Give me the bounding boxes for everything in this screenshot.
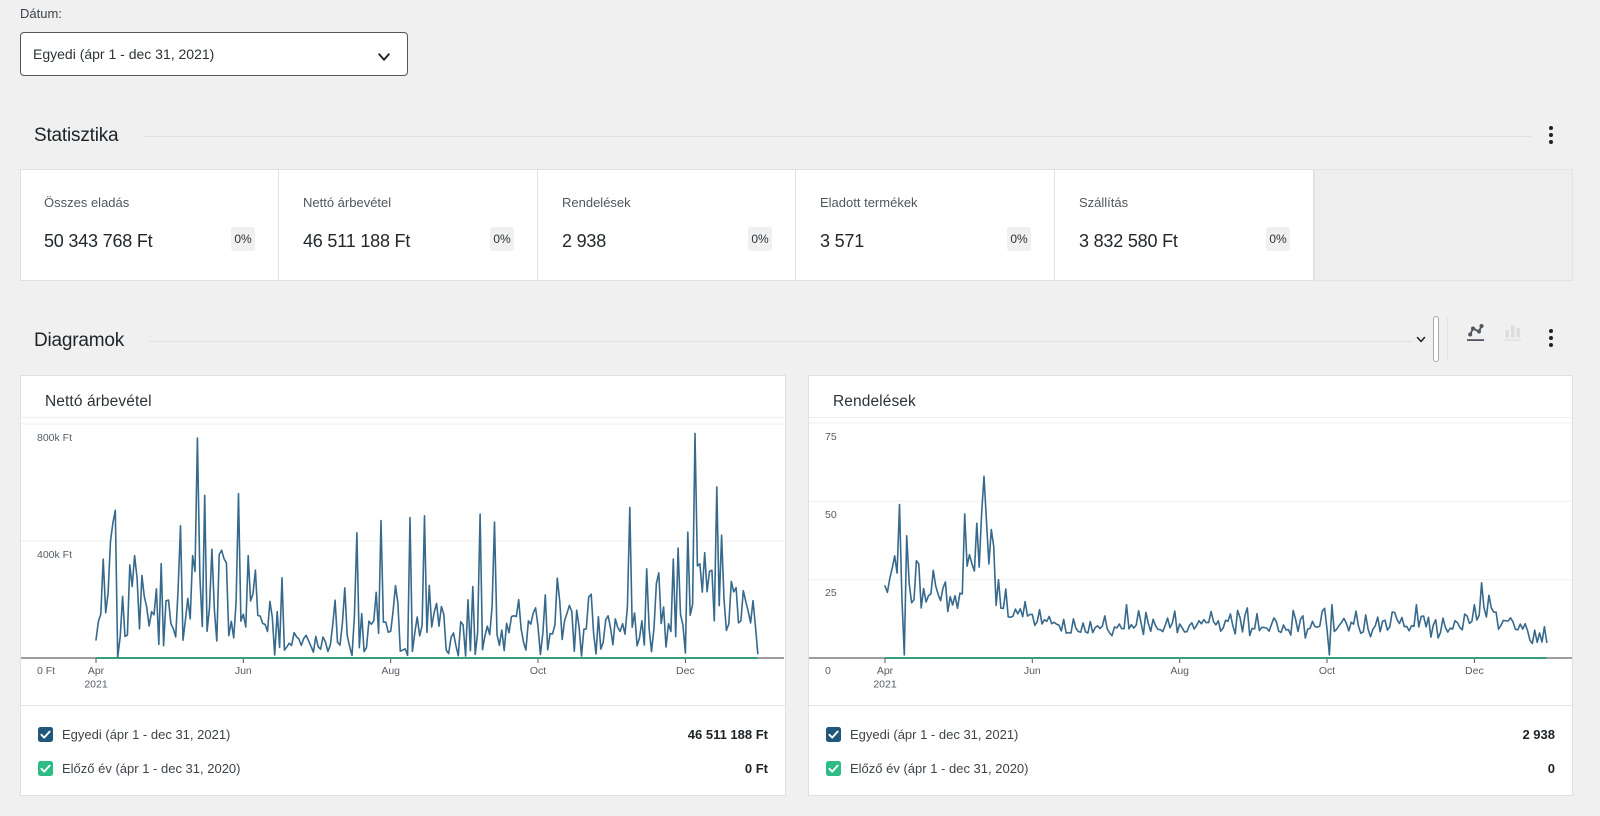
svg-text:Aug: Aug [1170, 665, 1189, 677]
svg-text:800k Ft: 800k Ft [37, 432, 72, 444]
svg-text:Apr: Apr [88, 665, 105, 677]
svg-text:Apr: Apr [877, 665, 894, 677]
svg-text:2021: 2021 [873, 679, 897, 691]
svg-text:400k Ft: 400k Ft [37, 549, 72, 561]
svg-text:Aug: Aug [381, 665, 400, 677]
svg-text:75: 75 [825, 431, 837, 443]
svg-text:25: 25 [825, 587, 837, 599]
svg-text:2021: 2021 [84, 679, 108, 691]
svg-text:Jun: Jun [1024, 665, 1041, 677]
svg-text:Dec: Dec [1465, 665, 1484, 677]
svg-text:50: 50 [825, 509, 837, 521]
svg-text:0 Ft: 0 Ft [37, 665, 55, 677]
svg-text:Dec: Dec [676, 665, 695, 677]
svg-text:Jun: Jun [235, 665, 252, 677]
svg-text:0: 0 [825, 665, 831, 677]
svg-text:Oct: Oct [530, 665, 546, 677]
svg-text:Oct: Oct [1319, 665, 1335, 677]
